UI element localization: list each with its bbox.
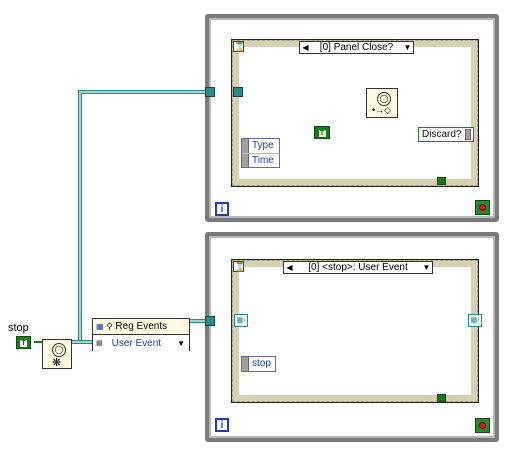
event-icon: ◯ xyxy=(52,343,66,357)
bottom-loop-tunnel[interactable] xyxy=(205,316,215,326)
reg-events-title: Reg Events xyxy=(115,321,168,332)
top-event-tunnel[interactable] xyxy=(233,87,243,97)
stop-bool-terminal[interactable]: T xyxy=(16,336,31,349)
bottom-stop-terminal[interactable] xyxy=(475,418,490,433)
next-case-icon[interactable]: ▼ xyxy=(402,42,413,53)
event-data-type: Type xyxy=(242,139,279,154)
bottom-bool-tunnel[interactable] xyxy=(437,394,446,402)
bottom-iteration-terminal: i xyxy=(215,418,229,432)
reg-events-selector-value: User Event xyxy=(111,337,162,349)
dynamic-events-terminal-left[interactable]: ▦› xyxy=(234,314,248,327)
asterisk-icon: ❋ xyxy=(52,357,62,369)
arrow-icon: •→◇ xyxy=(372,105,392,115)
create-user-event-node[interactable]: ◯ ❋ xyxy=(42,339,72,369)
top-loop-tunnel[interactable] xyxy=(205,87,215,97)
top-case-label: [0] Panel Close? xyxy=(319,42,394,53)
refnum-icon: ⚲ xyxy=(106,322,113,331)
event-data-stop: stop xyxy=(252,358,271,369)
true-constant[interactable]: T xyxy=(314,126,330,139)
reg-icon: ▦ xyxy=(96,322,104,331)
top-stop-terminal[interactable] xyxy=(475,200,490,215)
top-case-selector[interactable]: ◀ [0] Panel Close? ▼ xyxy=(299,41,414,54)
timeout-hourglass-icon: ⌛ xyxy=(233,41,246,52)
chevron-down-icon[interactable]: ▼ xyxy=(177,339,185,348)
reg-events-selector[interactable]: ▦ User Event ▼ xyxy=(93,335,189,351)
terminal-icon: ▦ xyxy=(96,340,103,347)
prev-case-icon[interactable]: ◀ xyxy=(300,42,311,53)
discard-terminal[interactable]: Discard? xyxy=(418,127,474,142)
discard-label: Discard? xyxy=(422,129,462,140)
reg-events-header: ▦ ⚲ Reg Events xyxy=(93,319,189,335)
dynamic-events-terminal-right[interactable]: ▦› xyxy=(468,314,482,327)
terminal-icon xyxy=(465,129,471,140)
next-case-icon[interactable]: ▼ xyxy=(421,262,432,273)
top-iteration-terminal: i xyxy=(215,202,229,216)
event-data-node[interactable]: Type Time xyxy=(241,138,280,168)
event-data-time: Time xyxy=(252,155,274,166)
destroy-user-event-node[interactable]: ◯ •→◇ xyxy=(366,88,398,118)
stop-event-data-node[interactable]: stop xyxy=(241,356,276,372)
event-icon: ◯ xyxy=(377,92,391,106)
bottom-case-label: [0] <stop>: User Event xyxy=(308,262,408,273)
top-bool-tunnel[interactable] xyxy=(437,177,446,185)
timeout-hourglass-icon: ⌛ xyxy=(233,261,246,272)
bottom-event-structure[interactable] xyxy=(231,259,479,403)
prev-case-icon[interactable]: ◀ xyxy=(284,262,295,273)
reg-events-node[interactable]: ▦ ⚲ Reg Events ▦ User Event ▼ xyxy=(92,318,190,351)
bottom-case-selector[interactable]: ◀ [0] <stop>: User Event ▼ xyxy=(283,261,433,274)
stop-label: stop xyxy=(8,322,29,334)
